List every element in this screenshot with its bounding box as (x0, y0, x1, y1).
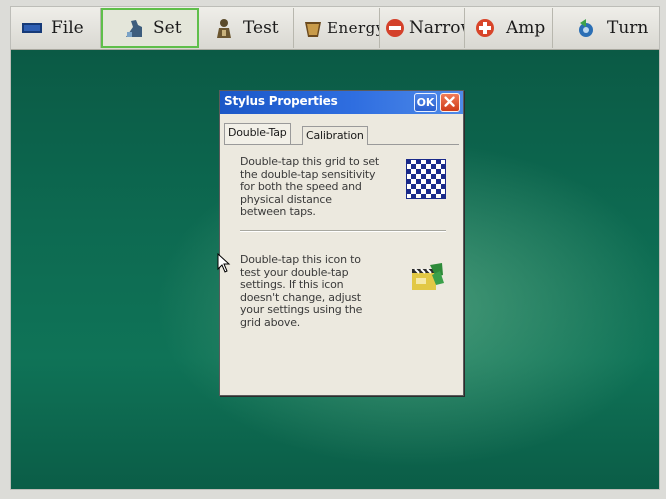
grid-cell (431, 174, 436, 179)
grid-cell (421, 174, 426, 179)
test-button[interactable]: Test (199, 8, 294, 48)
grid-cell (436, 179, 441, 184)
narrow-button[interactable]: Narrow (380, 8, 465, 48)
close-icon (444, 96, 455, 107)
grid-cell (421, 164, 426, 169)
tab-strip: Double-Tap Calibration (224, 123, 459, 145)
desktop: Stylus Properties OK Double-Tap Calibrat… (11, 50, 659, 489)
grid-cell (416, 179, 421, 184)
set-button[interactable]: Set (101, 8, 199, 48)
grid-cell (436, 189, 441, 194)
grid-cell (416, 189, 421, 194)
grid-cell (411, 184, 416, 189)
rotate-icon (579, 19, 593, 37)
test-instructions: Double-tap this icon to test your double… (240, 253, 363, 329)
tab-calibration[interactable]: Calibration (302, 126, 368, 145)
stylus-properties-dialog: Stylus Properties OK Double-Tap Calibrat… (219, 90, 464, 396)
close-button[interactable] (440, 93, 460, 112)
grid-cell (436, 169, 441, 174)
grid-cell (426, 189, 431, 194)
monitor-screen: File Set Test Energy Narro Amp Turn Styl… (10, 6, 660, 490)
grid-cell (416, 169, 421, 174)
double-tap-instructions: Double-tap this grid to set the double-t… (240, 155, 380, 218)
energy-button[interactable]: Energy (294, 8, 380, 48)
wrench-icon (126, 20, 142, 37)
tab-double-tap[interactable]: Double-Tap (224, 123, 291, 144)
grid-cell (431, 184, 436, 189)
dialog-title: Stylus Properties (224, 94, 338, 108)
turn-button[interactable]: Turn (553, 8, 649, 48)
monitor-icon (22, 23, 42, 33)
grid-cell (426, 179, 431, 184)
separator (240, 230, 446, 232)
minus-circle-icon (386, 19, 404, 37)
toolbar: File Set Test Energy Narro Amp Turn (11, 7, 659, 50)
file-button[interactable]: File (11, 8, 101, 48)
grid-cell (411, 164, 416, 169)
grid-cell (426, 169, 431, 174)
amp-button[interactable]: Amp (465, 8, 553, 48)
checkerboard-grid-icon[interactable] (406, 159, 446, 199)
bucket-icon (305, 22, 321, 37)
person-icon (217, 19, 231, 38)
mouse-pointer-icon (217, 253, 231, 273)
grid-cell (421, 184, 426, 189)
plus-circle-icon (476, 19, 494, 37)
dialog-titlebar: Stylus Properties OK (220, 91, 463, 114)
ok-button[interactable]: OK (414, 93, 437, 112)
grid-cell (431, 164, 436, 169)
grid-cell (411, 174, 416, 179)
clapperboard-icon[interactable] (410, 261, 446, 293)
